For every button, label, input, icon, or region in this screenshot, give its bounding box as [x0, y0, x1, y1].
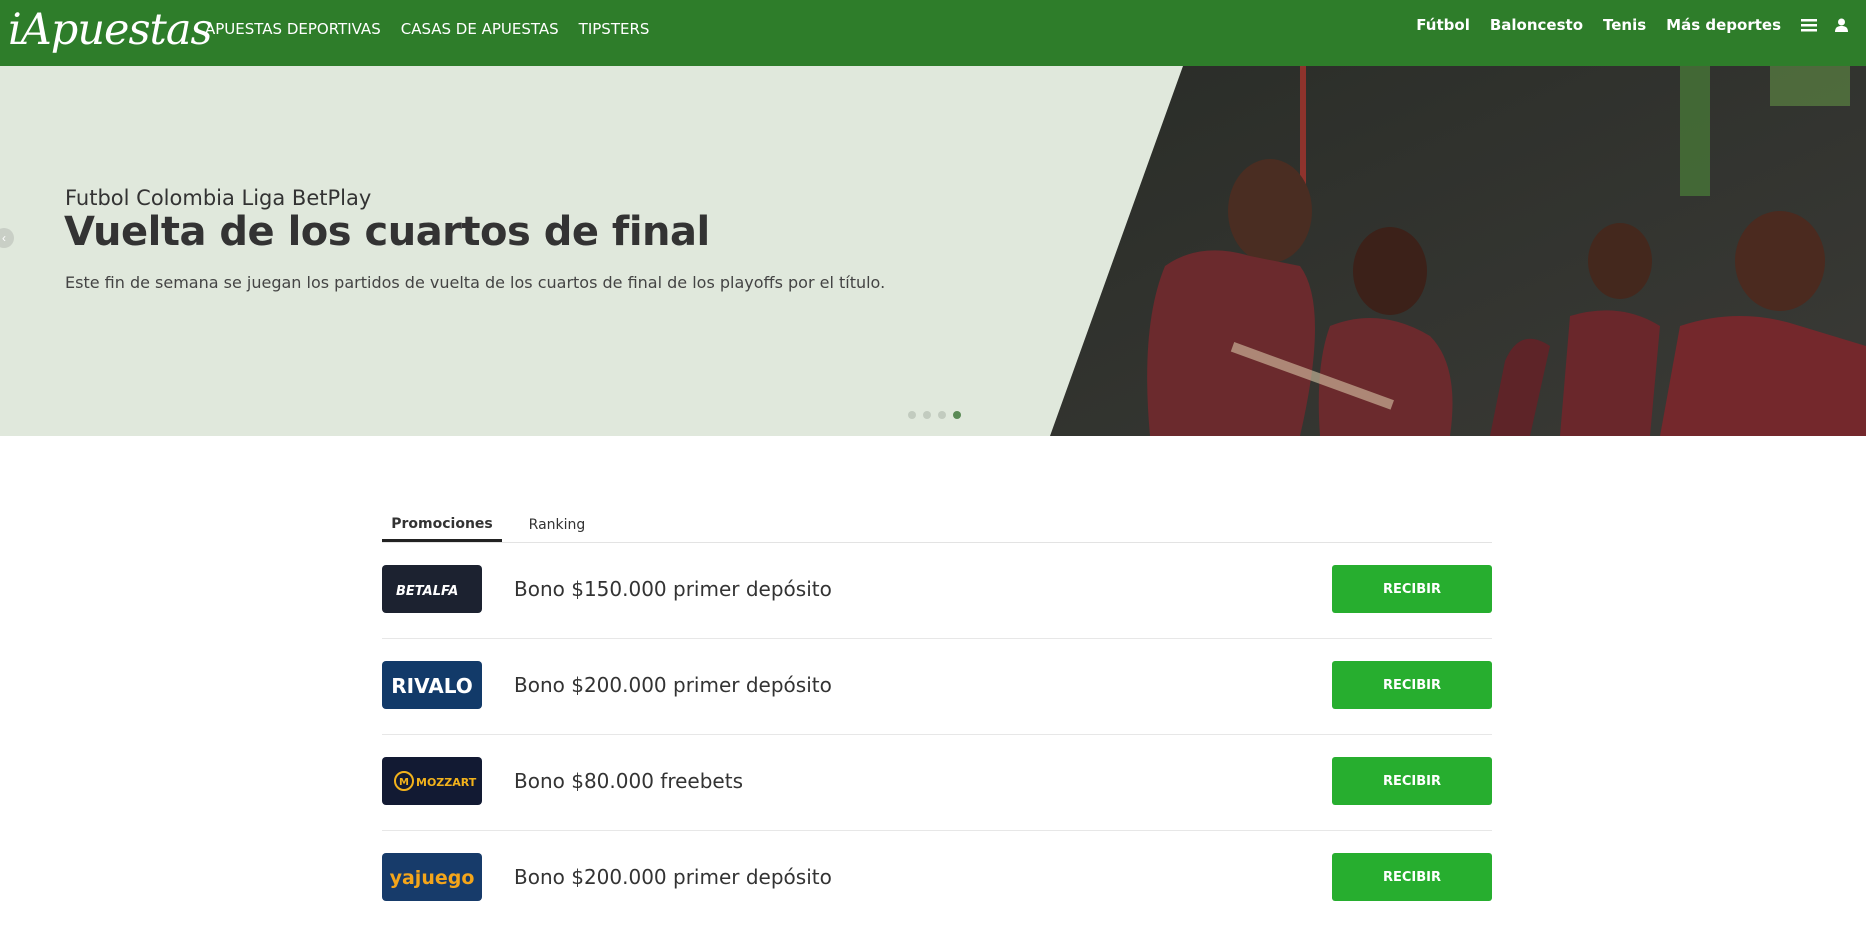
- carousel-dot[interactable]: [908, 411, 916, 419]
- brand-logo-rivalo[interactable]: RIVALO: [382, 661, 482, 709]
- tab-promociones[interactable]: Promociones: [382, 508, 502, 542]
- carousel-dot[interactable]: [938, 411, 946, 419]
- menu-icon[interactable]: [1801, 18, 1817, 32]
- tab-ranking[interactable]: Ranking: [502, 508, 612, 542]
- nav-mas-deportes[interactable]: Más deportes: [1666, 16, 1781, 34]
- recibir-button[interactable]: RECIBIR: [1332, 661, 1492, 709]
- promo-row: RIVALO Bono $200.000 primer depósito REC…: [382, 639, 1492, 735]
- promo-tabs: Promociones Ranking: [382, 508, 1492, 543]
- svg-text:BETALFA: BETALFA: [396, 584, 458, 599]
- promo-text: Bono $80.000 freebets: [514, 769, 743, 793]
- promo-row: yajuego Bono $200.000 primer depósito RE…: [382, 831, 1492, 927]
- nav-futbol[interactable]: Fútbol: [1416, 16, 1470, 34]
- site-logo[interactable]: iApuestas: [8, 4, 213, 56]
- brand-logo-betalfa[interactable]: BETALFA: [382, 565, 482, 613]
- promo-row: M MOZZART Bono $80.000 freebets RECIBIR: [382, 735, 1492, 831]
- carousel-dot-active[interactable]: [953, 411, 961, 419]
- promo-text: Bono $150.000 primer depósito: [514, 577, 832, 601]
- svg-text:yajuego: yajuego: [390, 867, 475, 889]
- promo-text: Bono $200.000 primer depósito: [514, 673, 832, 697]
- recibir-button[interactable]: RECIBIR: [1332, 853, 1492, 901]
- nav-tipsters[interactable]: TIPSTERS: [579, 20, 650, 38]
- user-icon[interactable]: [1835, 18, 1848, 32]
- svg-text:RIVALO: RIVALO: [391, 674, 472, 698]
- hero-title[interactable]: Vuelta de los cuartos de final: [64, 209, 710, 255]
- recibir-button[interactable]: RECIBIR: [1332, 757, 1492, 805]
- promo-row: BETALFA Bono $150.000 primer depósito RE…: [382, 543, 1492, 639]
- hero-carousel: ‹ Futbol Colombia Liga BetPlay Vuelta de…: [0, 66, 1866, 436]
- chevron-left-icon: ‹: [2, 231, 6, 245]
- brand-logo-mozzart[interactable]: M MOZZART: [382, 757, 482, 805]
- svg-text:MOZZART: MOZZART: [416, 776, 477, 789]
- main-nav: APUESTAS DEPORTIVAS CASAS DE APUESTAS TI…: [205, 0, 649, 58]
- nav-tenis[interactable]: Tenis: [1603, 16, 1646, 34]
- top-navbar: iApuestas APUESTAS DEPORTIVAS CASAS DE A…: [0, 0, 1866, 66]
- promo-text: Bono $200.000 primer depósito: [514, 865, 832, 889]
- hero-subtitle: Futbol Colombia Liga BetPlay: [65, 186, 372, 210]
- brand-logo-yajuego[interactable]: yajuego: [382, 853, 482, 901]
- hero-description: Este fin de semana se juegan los partido…: [65, 273, 886, 292]
- nav-casas-de-apuestas[interactable]: CASAS DE APUESTAS: [401, 20, 559, 38]
- carousel-dot[interactable]: [923, 411, 931, 419]
- sports-nav: Fútbol Baloncesto Tenis Más deportes: [1416, 0, 1866, 50]
- svg-text:M: M: [399, 777, 409, 788]
- carousel-dots: [908, 411, 961, 419]
- nav-baloncesto[interactable]: Baloncesto: [1490, 16, 1583, 34]
- nav-apuestas-deportivas[interactable]: APUESTAS DEPORTIVAS: [205, 20, 381, 38]
- recibir-button[interactable]: RECIBIR: [1332, 565, 1492, 613]
- promotions-list: BETALFA Bono $150.000 primer depósito RE…: [382, 543, 1492, 927]
